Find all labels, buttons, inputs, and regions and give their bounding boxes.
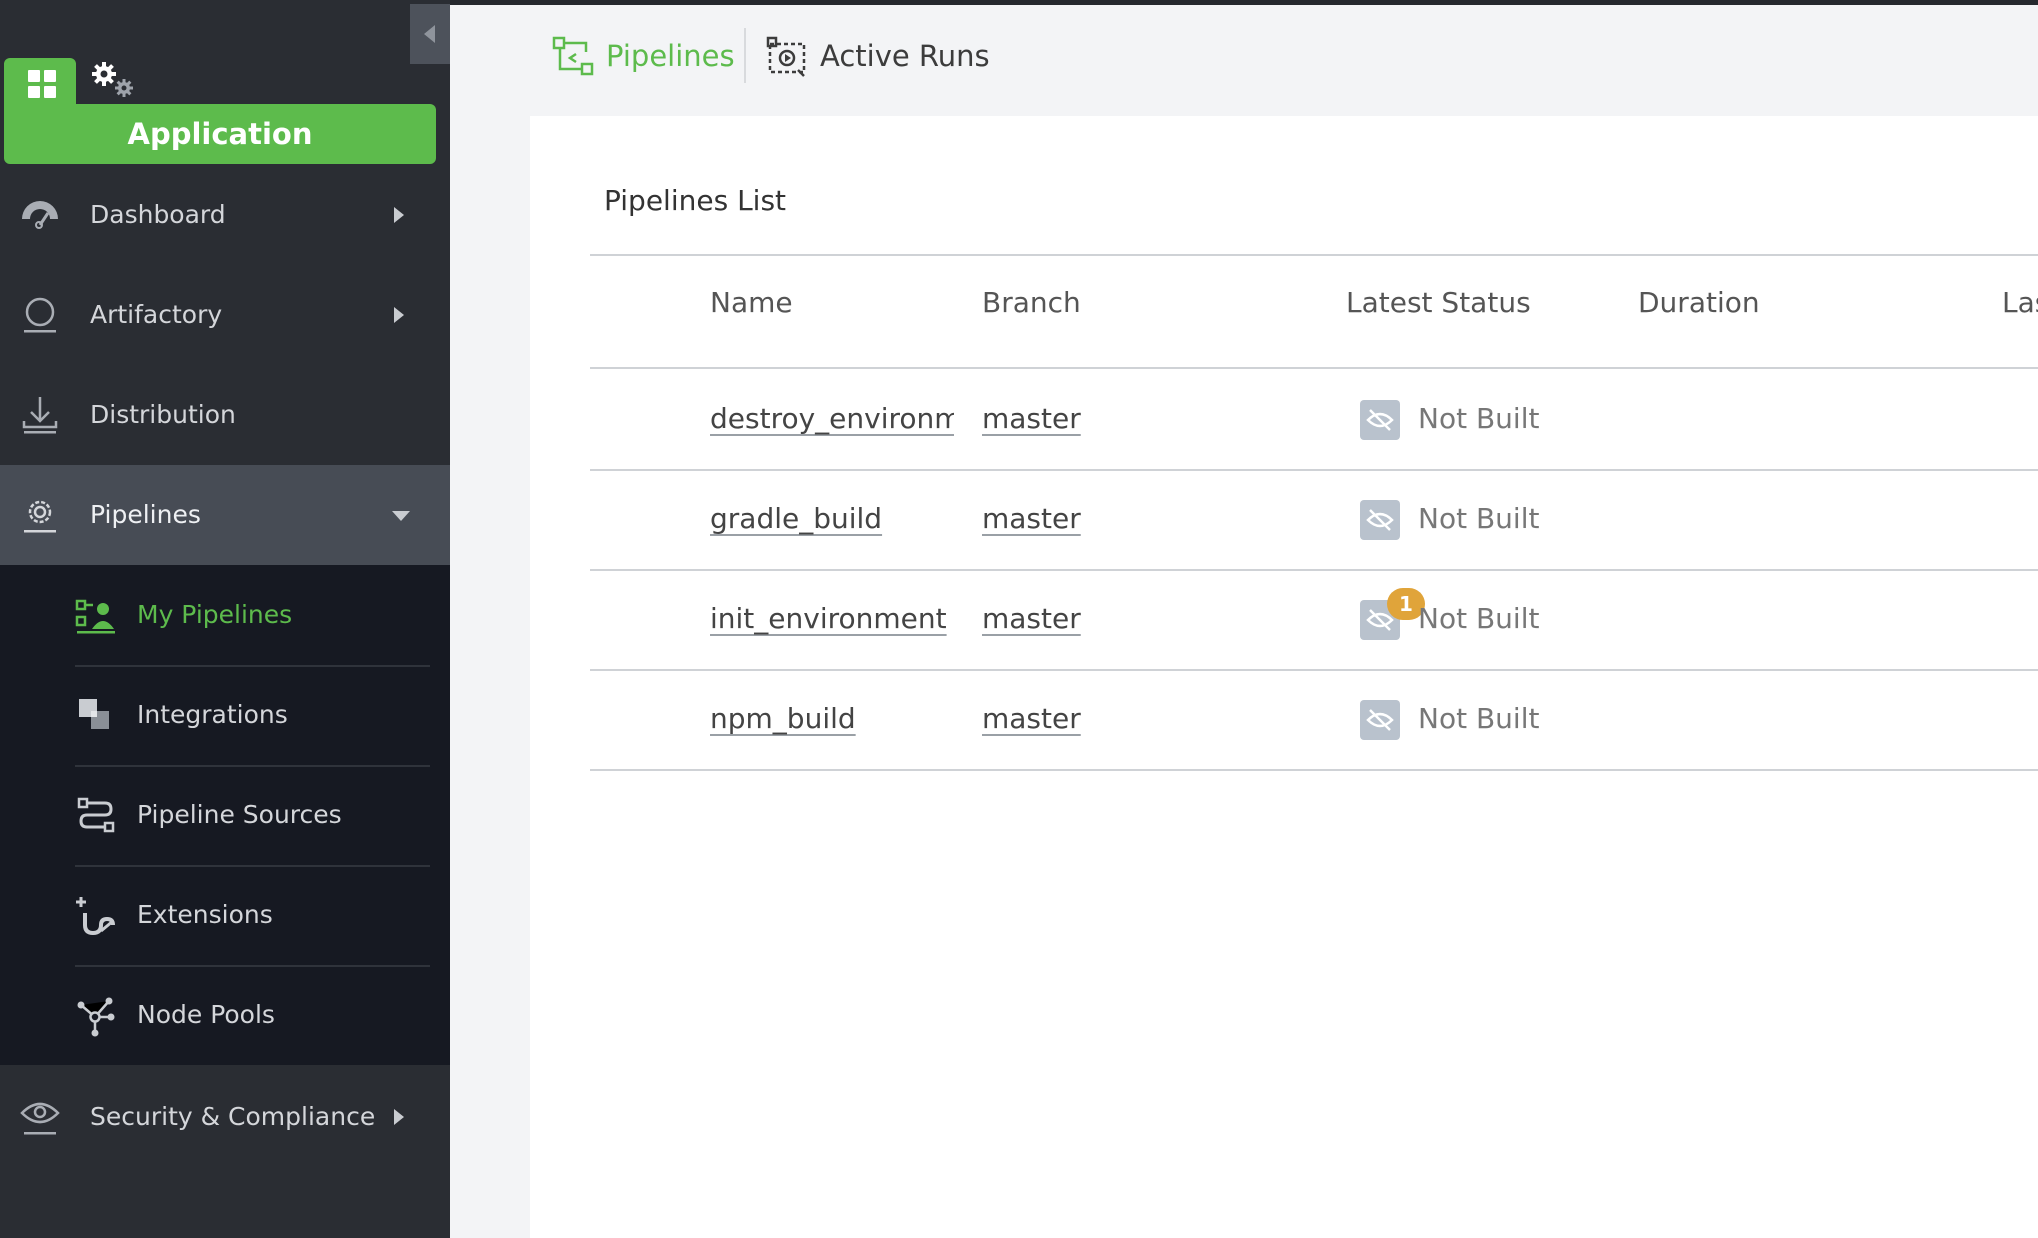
pipelines-tab-icon [552,36,594,76]
card-title: Pipelines List [604,184,787,217]
collapse-sidebar-button[interactable] [410,4,450,64]
sidebar-item-pipeline-sources[interactable]: Pipeline Sources [75,765,430,867]
sidebar-item-node-pools[interactable]: Node Pools [75,965,430,1065]
sidebar-item-dashboard[interactable]: Dashboard [0,165,450,265]
column-header-duration[interactable]: Duration [1638,286,1760,319]
pipelines-gear-icon [24,500,56,533]
submenu-item-label: Extensions [137,900,273,929]
sidebar-item-label: Security & Compliance [90,1102,376,1131]
branch-link[interactable]: master [982,569,1081,669]
divider [590,769,2038,771]
distribution-icon [22,397,58,434]
active-runs-icon [766,36,806,77]
status-label: Not Built [1418,702,1540,735]
pipelines-submenu: My Pipelines Integrations Pipeline Sourc… [0,565,450,1065]
status-label: Not Built [1418,602,1540,635]
not-built-icon [1360,700,1400,740]
speedometer-icon [22,201,58,229]
column-header-last[interactable]: Las [2002,286,2038,319]
column-header-branch[interactable]: Branch [982,286,1081,319]
pipeline-name-link[interactable]: destroy_environme [710,369,954,469]
pipeline-name-link[interactable]: init_environment [710,569,954,669]
top-border [450,0,2038,5]
sidebar: Application Dashboard Artifactory Distri… [0,0,450,1238]
application-button[interactable]: Application [4,104,436,164]
status-label: Not Built [1418,502,1540,535]
sidebar-item-extensions[interactable]: Extensions [75,865,430,967]
sidebar-item-label: Distribution [90,400,236,429]
table-row[interactable]: init_environment master 1 Not Built [590,569,2038,669]
caret-right-icon [394,307,404,323]
sidebar-item-my-pipelines[interactable]: My Pipelines [75,565,430,667]
pipeline-sources-icon [77,797,115,833]
table-row[interactable]: npm_build master Not Built [590,669,2038,769]
divider [590,254,2038,256]
submenu-item-label: Integrations [137,700,288,729]
sidebar-item-artifactory[interactable]: Artifactory [0,265,450,365]
tab-label: Pipelines [606,39,735,73]
node-pools-icon [77,997,115,1037]
chevron-left-icon [424,25,435,43]
branch-link[interactable]: master [982,669,1081,769]
sidebar-item-security-compliance[interactable]: Security & Compliance [0,1067,450,1167]
application-tab[interactable] [4,58,76,108]
submenu-item-label: Pipeline Sources [137,800,342,829]
branch-link[interactable]: master [982,469,1081,569]
eye-icon [20,1102,60,1135]
pipeline-name-link[interactable]: gradle_build [710,469,954,569]
column-header-latest-status[interactable]: Latest Status [1346,286,1531,319]
gears-icon[interactable] [90,60,138,100]
sidebar-item-integrations[interactable]: Integrations [75,665,430,767]
caret-right-icon [394,207,404,223]
tab-label: Active Runs [820,39,990,73]
branch-link[interactable]: master [982,369,1081,469]
not-built-icon [1360,500,1400,540]
submenu-item-label: Node Pools [137,1000,275,1029]
extensions-icon [76,897,115,936]
caret-right-icon [394,1109,404,1125]
table-row[interactable]: gradle_build master Not Built [590,469,2038,569]
pipelines-list-card: Pipelines List Name Branch Latest Status… [530,116,2038,1238]
sidebar-item-distribution[interactable]: Distribution [0,365,450,465]
caret-down-icon [392,511,410,521]
tab-divider [744,28,746,83]
sidebar-item-label: Pipelines [90,500,201,529]
not-built-icon [1360,400,1400,440]
my-pipelines-icon [75,599,115,634]
status-label: Not Built [1418,402,1540,435]
artifactory-icon [24,297,56,333]
grid-icon [28,70,57,99]
submenu-item-label: My Pipelines [137,600,293,629]
sidebar-item-pipelines[interactable]: Pipelines [0,465,450,565]
pipeline-name-link[interactable]: npm_build [710,669,954,769]
sidebar-item-label: Artifactory [90,300,223,329]
column-header-name[interactable]: Name [710,286,793,319]
table-row[interactable]: destroy_environme master Not Built [590,369,2038,469]
sidebar-item-label: Dashboard [90,200,226,229]
integrations-icon [79,699,109,729]
